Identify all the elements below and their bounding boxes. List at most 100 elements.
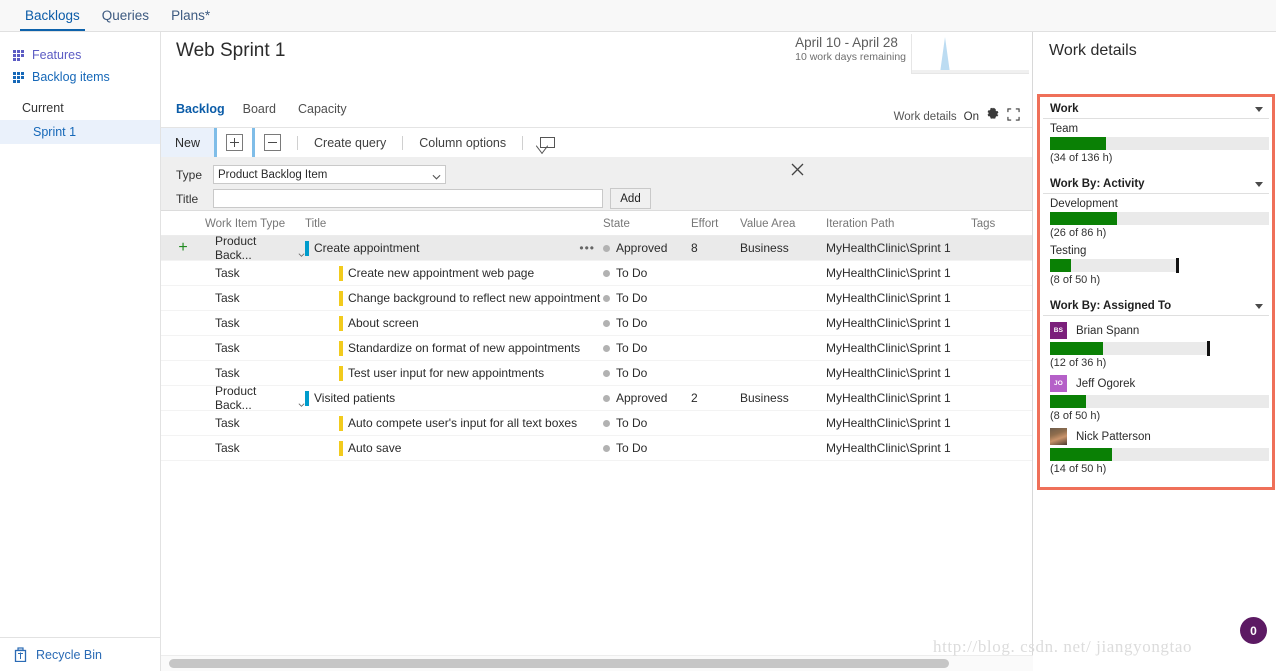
cell-title: Auto save [305, 440, 603, 456]
list-item[interactable]: JO Jeff Ogorek [1050, 375, 1262, 392]
column-header-tags[interactable]: Tags [971, 218, 1031, 230]
toolbar-accent [252, 128, 256, 157]
topnav-item-queries[interactable]: Queries [91, 0, 160, 31]
envelope-icon[interactable] [540, 137, 556, 148]
work-details-group-header[interactable]: Work By: Assigned To [1043, 297, 1269, 316]
title-input[interactable] [213, 189, 603, 208]
bar-value-label: (26 of 86 h) [1050, 227, 1107, 239]
work-item-type-label: Task [215, 291, 240, 305]
table-row[interactable]: + Product Back... Create appointment ••• App… [161, 234, 1032, 262]
cell-work-item-type: Task [205, 266, 305, 280]
work-item-color-bar [339, 365, 343, 381]
column-header-value-area[interactable]: Value Area [740, 218, 826, 230]
work-details-toggle[interactable]: Work details On [894, 107, 1020, 126]
topnav-item-plans[interactable]: Plans* [160, 0, 221, 31]
scrollbar-thumb[interactable] [169, 659, 949, 668]
cell-title: Test user input for new appointments [305, 365, 603, 381]
sidebar-item-sprint-1[interactable]: Sprint 1 [0, 120, 160, 144]
tab-backlog[interactable]: Backlog [176, 102, 237, 116]
table-row[interactable]: Task Change background to reflect new app… [161, 286, 1032, 311]
trash-icon [14, 647, 27, 663]
horizontal-scrollbar[interactable] [161, 655, 1033, 671]
tab-board[interactable]: Board [243, 102, 288, 116]
more-actions-icon[interactable]: ••• [579, 241, 595, 255]
caret-down-icon[interactable] [1255, 303, 1263, 309]
avatar [1050, 428, 1067, 445]
table-row[interactable]: Task Auto compete user's input for all te… [161, 411, 1032, 436]
chevron-down-icon[interactable] [298, 396, 305, 407]
work-item-title-link[interactable]: Create new appointment web page [348, 266, 534, 280]
table-row[interactable]: Product Back... Visited patients Approved 2… [161, 384, 1032, 412]
create-query-button[interactable]: Create query [305, 136, 395, 150]
list-item[interactable]: Nick Patterson [1050, 428, 1262, 445]
new-button[interactable]: New [161, 128, 215, 157]
column-header-title[interactable]: Title [305, 218, 603, 230]
sidebar-item-features[interactable]: Features [0, 44, 160, 66]
work-item-color-bar [305, 240, 309, 256]
cell-work-item-type: Product Back... [205, 384, 305, 412]
burndown-baseline [912, 70, 1029, 73]
work-item-title-link[interactable]: About screen [348, 316, 419, 330]
bar-value-label: (12 of 36 h) [1050, 357, 1107, 369]
cell-value-area: Business [740, 391, 789, 405]
capacity-bar [1050, 448, 1269, 461]
work-item-title-link[interactable]: Test user input for new appointments [348, 366, 544, 380]
work-details-highlight-box: Work Team (34 of 136 h) Work By: Activity De… [1037, 94, 1275, 490]
work-item-title-link[interactable]: Create appointment [314, 241, 419, 255]
list-item[interactable]: BS Brian Spann [1050, 322, 1262, 339]
status-dot [603, 269, 610, 277]
fullscreen-icon[interactable] [1007, 107, 1020, 126]
table-row[interactable]: Task About screen To Do MyHealthClinic\Spri… [161, 311, 1032, 336]
column-header-state[interactable]: State [603, 218, 691, 230]
chevron-down-icon[interactable] [298, 246, 305, 257]
table-row[interactable]: Task Test user input for new appointments… [161, 361, 1032, 386]
cell-iteration-path: MyHealthClinic\Sprint 1 [826, 266, 951, 280]
work-item-title-link[interactable]: Visited patients [314, 391, 395, 405]
chevron-down-icon [432, 171, 441, 180]
tab-capacity[interactable]: Capacity [298, 102, 359, 116]
work-details-value[interactable]: On [964, 111, 979, 123]
bar-value-label: (8 of 50 h) [1050, 274, 1101, 286]
status-badge[interactable]: 0 [1240, 617, 1267, 644]
collapse-all-icon[interactable] [264, 134, 282, 151]
work-details-group-header[interactable]: Work By: Activity [1043, 175, 1269, 194]
work-item-type-label: Product Back... [215, 384, 257, 412]
column-options-button[interactable]: Column options [410, 136, 515, 150]
bar-fill [1050, 212, 1117, 225]
table-row[interactable]: Task Standardize on format of new appoint… [161, 336, 1032, 361]
work-item-type-label: Product Back... [215, 234, 257, 262]
work-details-group-body: Development (26 of 86 h) Testing (8 of 50 h… [1043, 194, 1269, 297]
add-button[interactable]: Add [610, 188, 651, 209]
person-name: Brian Spann [1076, 324, 1140, 337]
caret-down-icon[interactable] [1255, 106, 1263, 112]
cell-state: To Do [603, 416, 691, 430]
work-item-title-link[interactable]: Auto compete user's input for all text b… [348, 416, 577, 430]
work-item-title-link[interactable]: Change background to reflect new appoint… [348, 291, 600, 305]
work-item-title-link[interactable]: Standardize on format of new appointment… [348, 341, 580, 355]
column-header-iteration-path[interactable]: Iteration Path [826, 218, 971, 230]
capacity-bar [1050, 137, 1269, 150]
sprint-burndown-sparkline[interactable] [911, 34, 1029, 74]
bar-label: Testing [1050, 245, 1087, 257]
sidebar-item-backlog-items[interactable]: Backlog items [0, 66, 160, 88]
table-row[interactable]: Task Auto save To Do MyHealthClinic\Sprint … [161, 436, 1032, 461]
top-nav: Backlogs Queries Plans* [0, 0, 1276, 32]
sidebar-item-label: Backlog items [32, 70, 110, 84]
work-item-title-link[interactable]: Auto save [348, 441, 401, 455]
column-header-effort[interactable]: Effort [691, 218, 740, 230]
close-icon[interactable] [791, 163, 804, 176]
column-header-work-item-type[interactable]: Work Item Type [205, 218, 305, 230]
group-header-label: Work By: Assigned To [1050, 300, 1172, 312]
table-row[interactable]: Task Create new appointment web page To Do… [161, 261, 1032, 286]
expand-all-icon[interactable] [226, 134, 244, 151]
add-child-item-button[interactable]: + [161, 240, 205, 256]
gear-icon[interactable] [986, 107, 1000, 126]
topnav-item-backlogs[interactable]: Backlogs [14, 0, 91, 31]
cell-state: To Do [603, 291, 691, 305]
burndown-spike [940, 37, 950, 73]
caret-down-icon[interactable] [1255, 181, 1263, 187]
work-details-group-header[interactable]: Work [1043, 100, 1269, 119]
bar-value-label: (8 of 50 h) [1050, 410, 1101, 422]
work-item-type-select[interactable]: Product Backlog Item [213, 165, 446, 184]
sidebar-item-recycle-bin[interactable]: Recycle Bin [0, 637, 160, 671]
